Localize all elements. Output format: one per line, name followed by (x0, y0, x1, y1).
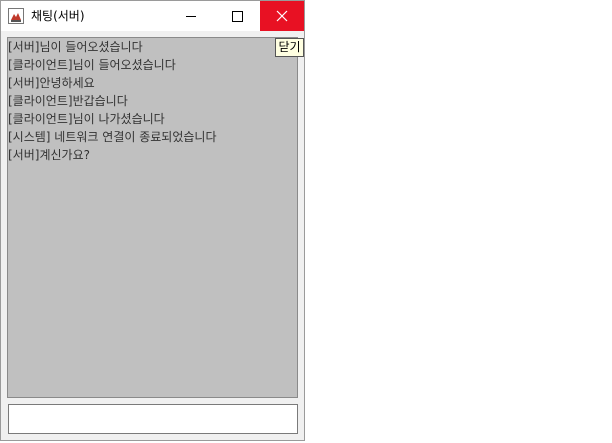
chat-message: [클라이언트]님이 들어오셨습니다 (8, 58, 176, 72)
minimize-button[interactable] (168, 1, 213, 31)
chat-message: [클라이언트]반갑습니다 (8, 94, 128, 108)
close-button[interactable] (260, 1, 304, 31)
close-tooltip: 닫기 (275, 38, 304, 57)
maximize-button[interactable] (214, 1, 259, 31)
chat-message: [시스템] 네트워크 연결이 종료되었습니다 (8, 130, 217, 144)
message-input[interactable] (8, 404, 298, 434)
java-app-icon[interactable] (8, 8, 24, 24)
chat-message: [서버]안녕하세요 (8, 76, 95, 90)
maximize-icon (232, 11, 243, 22)
close-icon (276, 10, 288, 22)
chat-message: [서버]님이 들어오셨습니다 (8, 40, 143, 54)
chat-log[interactable]: [서버]님이 들어오셨습니다 [클라이언트]님이 들어오셨습니다 [서버]안녕하… (7, 37, 298, 398)
chat-message: [서버]계신가요? (8, 148, 90, 162)
title-bar[interactable]: 채팅(서버) (1, 1, 304, 31)
chat-message: [클라이언트]님이 나가셨습니다 (8, 112, 165, 126)
minimize-icon (186, 16, 196, 17)
window-title: 채팅(서버) (31, 9, 85, 23)
chat-window: 채팅(서버) [서버]님이 들어오셨습니다 [클라이언트]님이 들어오셨습니다 … (0, 0, 305, 441)
